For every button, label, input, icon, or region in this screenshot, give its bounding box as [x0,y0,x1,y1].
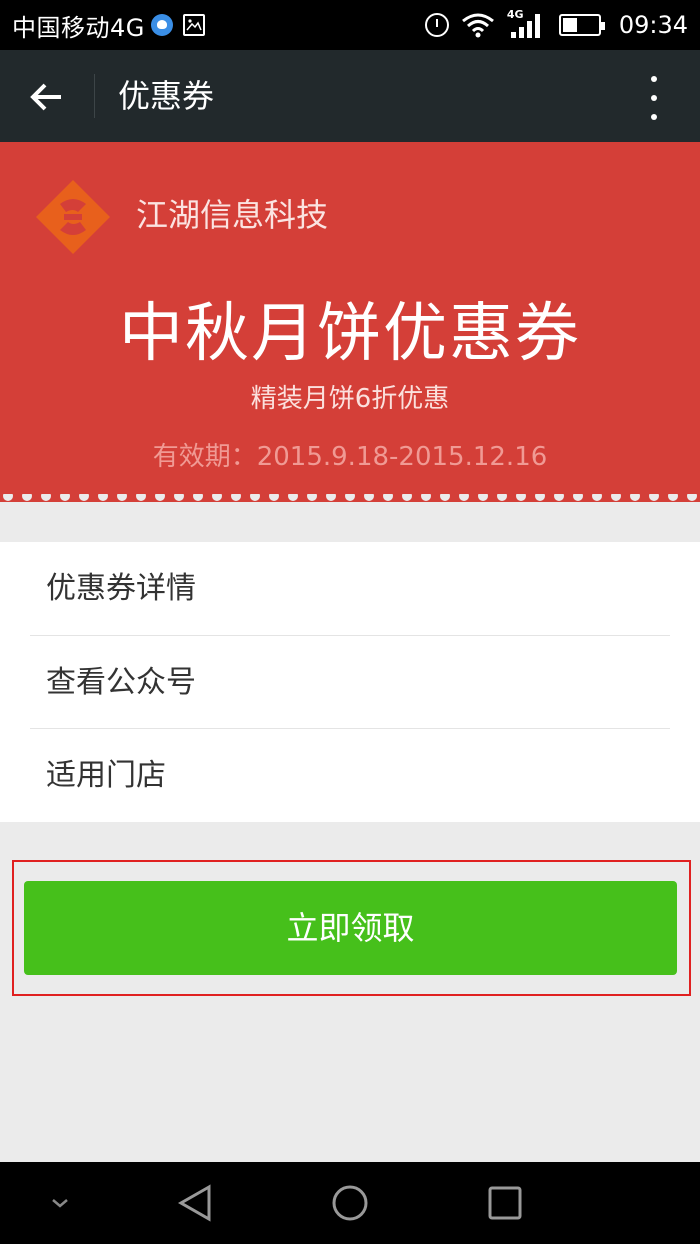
signal-icon: 4G [507,8,547,40]
coupon-scallop-edge [0,494,700,501]
scallop-dot [535,494,545,501]
menu-item-official-account[interactable]: 查看公众号 [0,636,700,729]
more-vertical-icon [651,76,657,82]
scallop-dot [250,494,260,501]
scallop-dot [136,494,146,501]
menu-item-label: 查看公众号 [46,665,196,700]
back-button[interactable] [16,72,76,122]
status-right: 4G 09:34 [424,0,688,50]
back-triangle-icon [177,1184,211,1222]
scallop-dot [554,494,564,501]
menu-item-label: 适用门店 [46,758,166,793]
scallop-dot [364,494,374,501]
scallop-dot [288,494,298,501]
claim-coupon-button[interactable]: 立即领取 [24,881,677,975]
scallop-dot [421,494,431,501]
scallop-dot [402,494,412,501]
alarm-icon [424,13,449,37]
scallop-dot [79,494,89,501]
nav-recents-button[interactable] [470,1162,540,1244]
system-nav-bar [0,1162,700,1244]
wifi-icon [461,12,495,38]
menu-item-applicable-stores[interactable]: 适用门店 [0,729,700,822]
scallop-dot [630,494,640,501]
scallop-dot [60,494,70,501]
arrow-left-icon [30,83,61,111]
scallop-dot [269,494,279,501]
chevron-down-icon [52,1199,68,1208]
scallop-dot [459,494,469,501]
app-notification-icon [150,14,173,36]
scallop-dot [326,494,336,501]
image-icon [182,14,205,36]
scallop-dot [3,494,13,501]
scallop-dot [649,494,659,501]
more-options-button[interactable] [644,76,664,120]
scallop-dot [193,494,203,501]
scallop-dot [573,494,583,501]
scallop-dot [497,494,507,501]
home-circle-icon [332,1185,368,1221]
scallop-dot [174,494,184,501]
recents-square-icon [488,1186,522,1220]
status-left: 中国移动4G [12,0,205,50]
carrier-label: 中国移动4G [12,13,145,42]
merchant-logo-icon [36,180,110,254]
scallop-dot [231,494,241,501]
scallop-dot [41,494,51,501]
nav-back-button[interactable] [160,1162,230,1244]
scallop-dot [592,494,602,501]
scallop-dot [22,494,32,501]
coupon-subtitle: 精装月饼6折优惠 [250,384,450,414]
battery-icon [558,14,605,36]
scallop-dot [440,494,450,501]
scallop-dot [611,494,621,501]
scallop-dot [687,494,697,501]
scallop-dot [307,494,317,501]
status-bar: 中国移动4G 4G 09:34 [0,0,700,50]
coupon-menu-list: 优惠券详情 查看公众号 适用门店 [0,542,700,822]
page-title: 优惠券 [118,77,215,115]
status-time: 09:34 [618,11,688,39]
scallop-dot [668,494,678,501]
scallop-dot [98,494,108,501]
scallop-dot [345,494,355,501]
hide-keyboard-button[interactable] [30,1162,90,1244]
scallop-dot [155,494,165,501]
scallop-dot [478,494,488,501]
merchant-name: 江湖信息科技 [136,196,329,234]
coupon-header: 江湖信息科技 中秋月饼优惠券 精装月饼6折优惠 有效期：2015.9.18-20… [0,142,700,502]
app-bar-divider [94,74,95,118]
scallop-dot [212,494,222,501]
nav-home-button[interactable] [315,1162,385,1244]
menu-item-coupon-details[interactable]: 优惠券详情 [0,542,700,635]
coupon-title: 中秋月饼优惠券 [119,297,581,371]
scallop-dot [383,494,393,501]
scallop-dot [516,494,526,501]
scallop-dot [117,494,127,501]
app-bar: 优惠券 [0,50,700,142]
menu-item-label: 优惠券详情 [46,571,196,606]
coupon-validity: 有效期：2015.9.18-2015.12.16 [152,442,548,472]
